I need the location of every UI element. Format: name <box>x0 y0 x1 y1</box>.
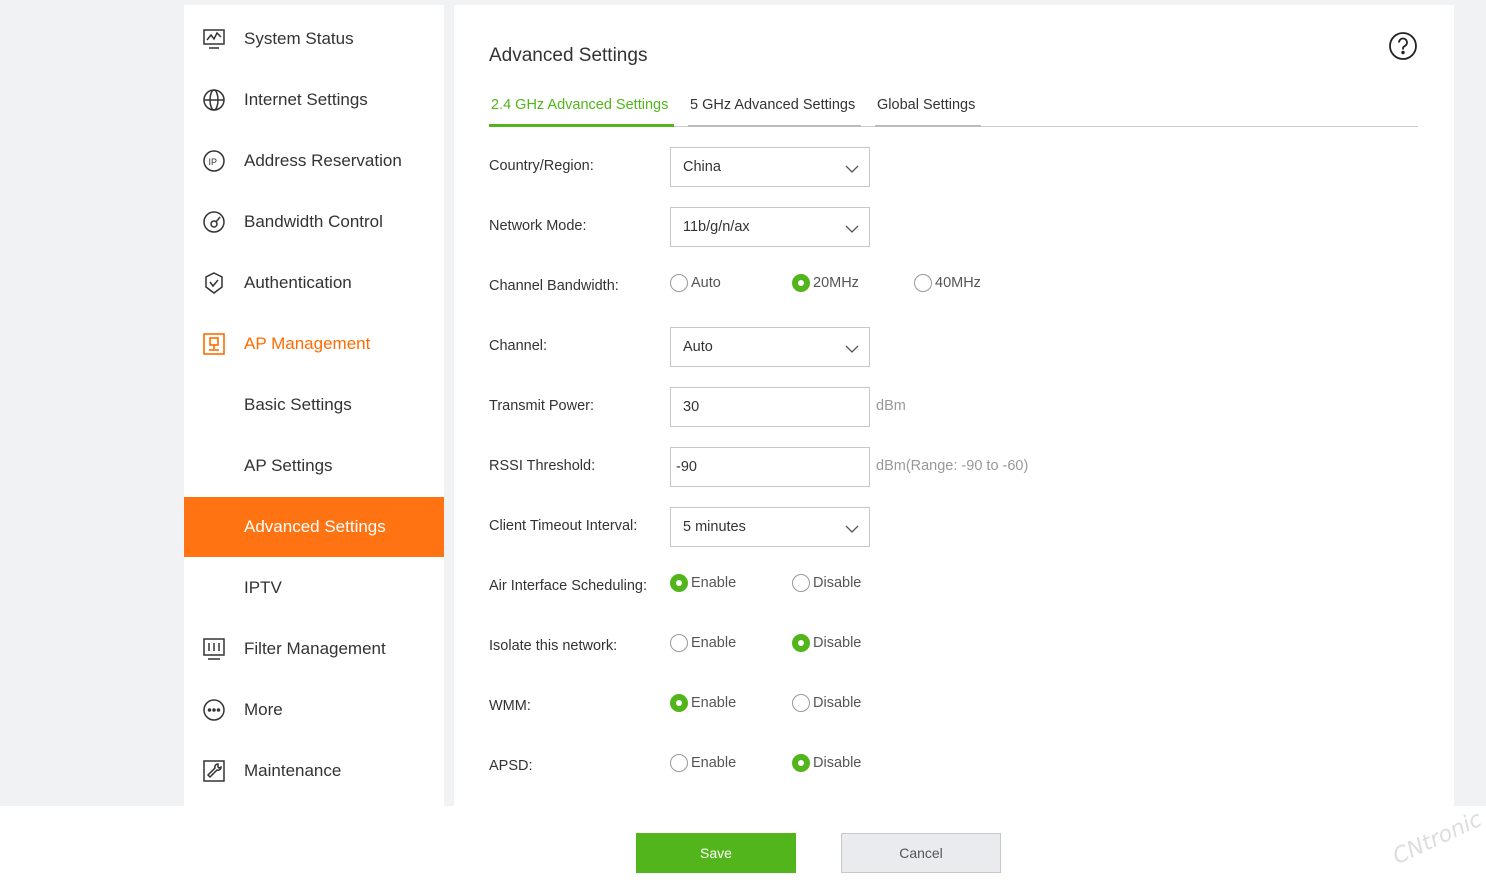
network-mode-row: Network Mode: 11b/g/n/ax <box>489 207 1418 247</box>
nav-filter-management[interactable]: Filter Management <box>184 619 444 679</box>
sidebar: System Status Internet Settings IP Addre… <box>184 5 444 806</box>
nav-label: Basic Settings <box>244 395 352 414</box>
shield-check-icon <box>202 271 226 295</box>
ap-icon <box>202 332 226 356</box>
rssi-threshold-unit: dBm(Range: -90 to -60) <box>876 458 1029 474</box>
page-title: Advanced Settings <box>489 45 648 66</box>
transmit-power-unit: dBm <box>876 398 906 414</box>
nav-label: Address Reservation <box>244 151 402 170</box>
isolate-label: Isolate this network: <box>489 638 618 654</box>
nav-label: Internet Settings <box>244 90 368 109</box>
wmm-row: WMM: Enable Disable <box>489 687 1418 727</box>
apsd-row: APSD: Enable Disable <box>489 747 1418 787</box>
filter-monitor-icon <box>202 637 226 661</box>
chevron-down-icon <box>845 162 859 178</box>
footer-bar: Save Cancel CNtronic <box>0 806 1486 887</box>
isolate-row: Isolate this network: Enable Disable <box>489 627 1418 667</box>
network-mode-select[interactable]: 11b/g/n/ax <box>670 207 870 247</box>
more-dots-icon <box>202 698 226 722</box>
network-mode-value: 11b/g/n/ax <box>683 219 750 235</box>
rssi-threshold-label: RSSI Threshold: <box>489 458 596 474</box>
nav-internet-settings[interactable]: Internet Settings <box>184 70 444 130</box>
nav-label: System Status <box>244 29 354 48</box>
gauge-icon <box>202 210 226 234</box>
nav-maintenance[interactable]: Maintenance <box>184 741 444 801</box>
country-value: China <box>683 159 721 175</box>
nav-label: Bandwidth Control <box>244 212 383 231</box>
nav-system-status[interactable]: System Status <box>184 9 444 69</box>
nav-label: More <box>244 700 283 719</box>
air-interface-label: Air Interface Scheduling: <box>489 578 647 594</box>
nav-authentication[interactable]: Authentication <box>184 253 444 313</box>
country-row: Country/Region: China <box>489 147 1418 187</box>
channel-row: Channel: Auto <box>489 327 1418 367</box>
nav-address-reservation[interactable]: IP Address Reservation <box>184 131 444 191</box>
nav-bandwidth-control[interactable]: Bandwidth Control <box>184 192 444 252</box>
nav-label: IPTV <box>244 578 282 597</box>
nav-advanced-settings[interactable]: Advanced Settings <box>184 497 444 557</box>
chevron-down-icon <box>845 522 859 538</box>
channel-bandwidth-label: Channel Bandwidth: <box>489 278 619 294</box>
globe-icon <box>202 88 226 112</box>
apsd-disable-radio[interactable]: Disable <box>792 753 861 773</box>
nav-label: Advanced Settings <box>244 517 386 536</box>
nav-more[interactable]: More <box>184 680 444 740</box>
client-timeout-row: Client Timeout Interval: 5 minutes <box>489 507 1418 547</box>
wmm-label: WMM: <box>489 698 531 714</box>
nav-ap-settings[interactable]: AP Settings <box>184 436 444 496</box>
air-interface-row: Air Interface Scheduling: Enable Disable <box>489 567 1418 607</box>
tab-global[interactable]: Global Settings <box>875 93 981 127</box>
isolate-disable-radio[interactable]: Disable <box>792 633 861 653</box>
tab-bar: 2.4 GHz Advanced Settings 5 GHz Advanced… <box>489 93 1418 127</box>
nav-label: AP Management <box>244 334 371 353</box>
client-timeout-label: Client Timeout Interval: <box>489 518 638 534</box>
air-interface-disable-radio[interactable]: Disable <box>792 573 861 593</box>
chevron-down-icon <box>845 222 859 238</box>
nav-label: Filter Management <box>244 639 386 658</box>
nav-ap-management[interactable]: AP Management <box>184 314 444 374</box>
client-timeout-value: 5 minutes <box>683 519 746 535</box>
watermark: CNtronic <box>1389 807 1486 870</box>
tab-5ghz[interactable]: 5 GHz Advanced Settings <box>688 93 861 127</box>
bandwidth-40mhz-radio[interactable]: 40MHz <box>914 273 981 293</box>
nav-basic-settings[interactable]: Basic Settings <box>184 375 444 435</box>
channel-bandwidth-row: Channel Bandwidth: Auto 20MHz 40MHz <box>489 267 1418 307</box>
air-interface-enable-radio[interactable]: Enable <box>670 573 736 593</box>
monitor-chart-icon <box>202 27 226 51</box>
apsd-label: APSD: <box>489 758 533 774</box>
wrench-icon <box>202 759 226 783</box>
network-mode-label: Network Mode: <box>489 218 587 234</box>
nav-label: Authentication <box>244 273 352 292</box>
wmm-disable-radio[interactable]: Disable <box>792 693 861 713</box>
nav-label: AP Settings <box>244 456 333 475</box>
channel-value: Auto <box>683 339 713 355</box>
isolate-enable-radio[interactable]: Enable <box>670 633 736 653</box>
save-button[interactable]: Save <box>636 833 796 873</box>
country-label: Country/Region: <box>489 158 594 174</box>
main-panel: Advanced Settings 2.4 GHz Advanced Setti… <box>454 5 1454 806</box>
client-timeout-select[interactable]: 5 minutes <box>670 507 870 547</box>
wmm-enable-radio[interactable]: Enable <box>670 693 736 713</box>
ip-icon: IP <box>202 149 226 173</box>
country-select[interactable]: China <box>670 147 870 187</box>
channel-label: Channel: <box>489 338 548 354</box>
nav-iptv[interactable]: IPTV <box>184 558 444 618</box>
chevron-down-icon <box>845 342 859 358</box>
bandwidth-20mhz-radio[interactable]: 20MHz <box>792 273 859 293</box>
rssi-threshold-input[interactable] <box>670 447 870 487</box>
nav-label: Maintenance <box>244 761 342 780</box>
apsd-enable-radio[interactable]: Enable <box>670 753 736 773</box>
transmit-power-label: Transmit Power: <box>489 398 595 414</box>
help-icon[interactable] <box>1388 31 1418 61</box>
cancel-button[interactable]: Cancel <box>841 833 1001 873</box>
transmit-power-input[interactable] <box>670 387 870 427</box>
svg-text:IP: IP <box>209 157 218 167</box>
rssi-threshold-row: RSSI Threshold: dBm(Range: -90 to -60) <box>489 447 1418 487</box>
bandwidth-auto-radio[interactable]: Auto <box>670 273 721 293</box>
tab-2-4ghz[interactable]: 2.4 GHz Advanced Settings <box>489 93 674 127</box>
channel-select[interactable]: Auto <box>670 327 870 367</box>
transmit-power-row: Transmit Power: dBm <box>489 387 1418 427</box>
